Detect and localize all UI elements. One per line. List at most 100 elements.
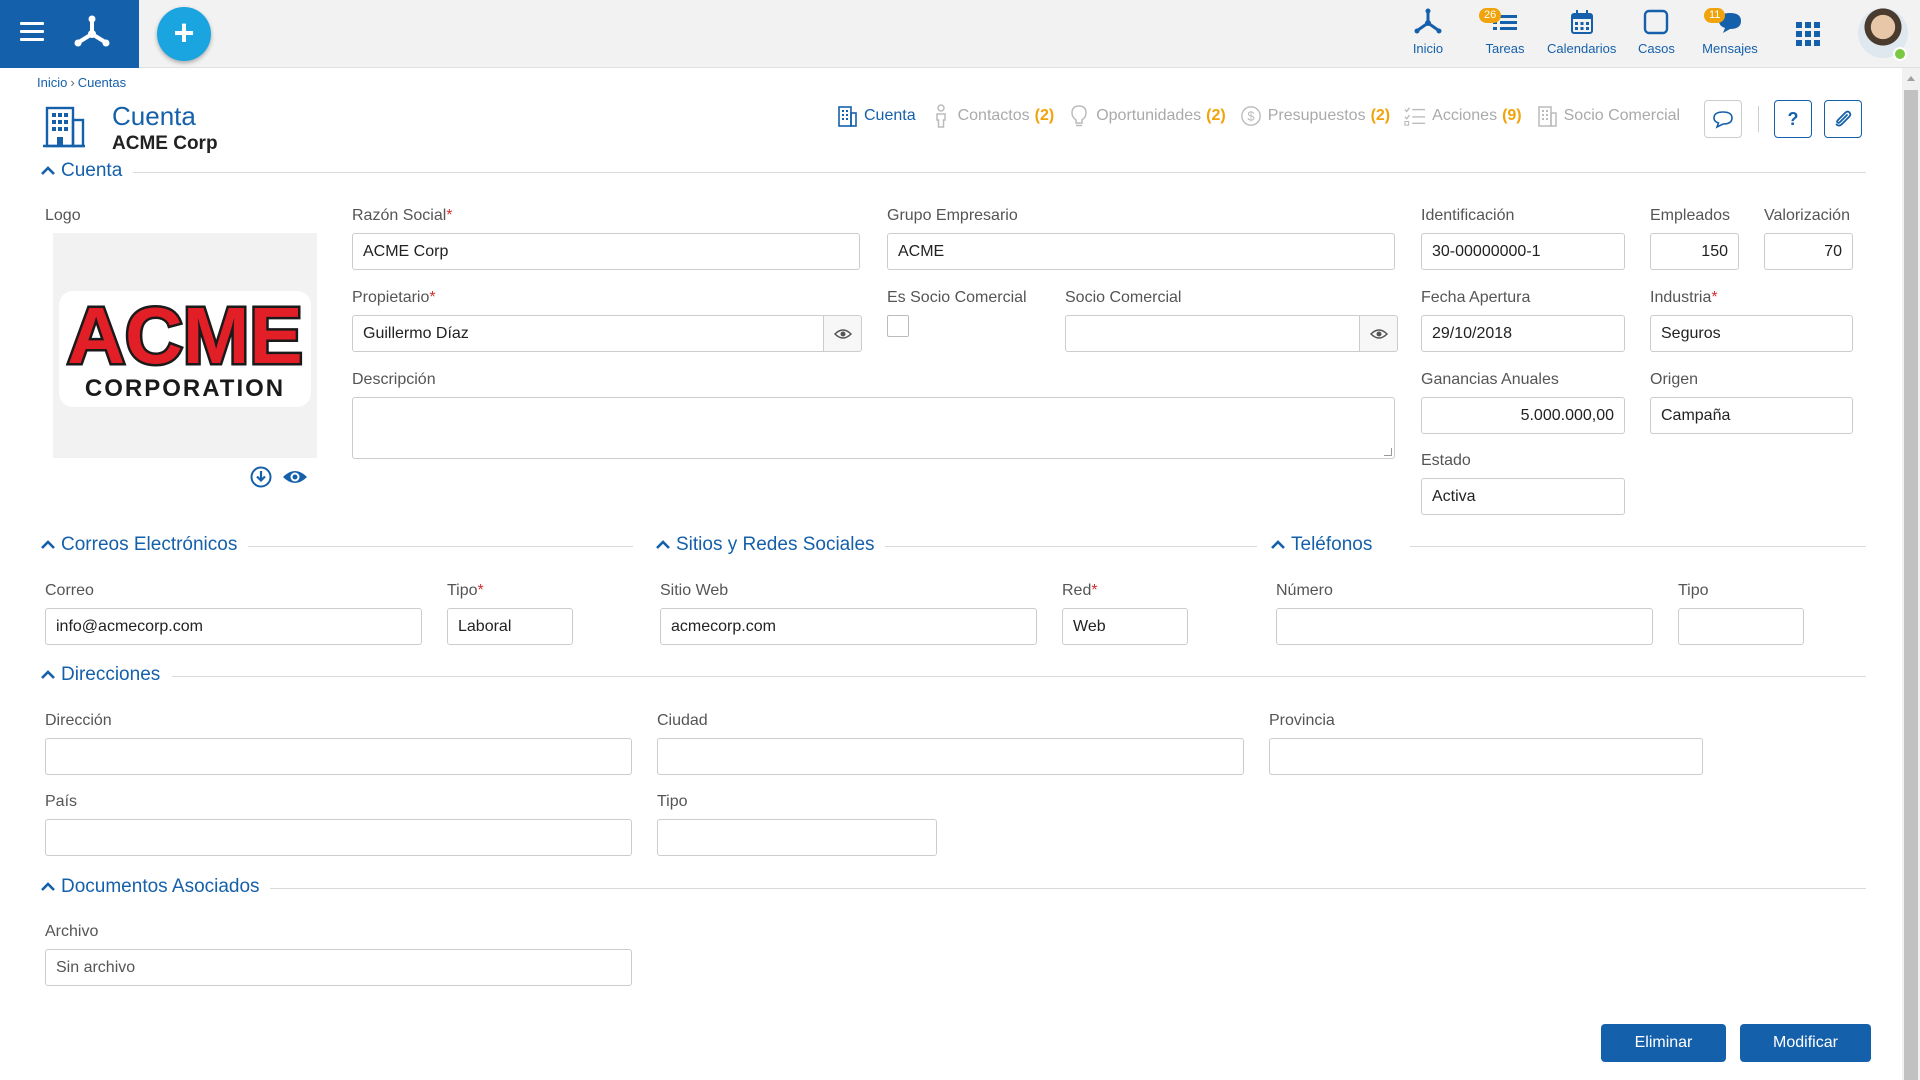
attachment-button[interactable] (1824, 100, 1862, 138)
tasks-badge: 26 (1479, 8, 1502, 23)
dollar-circle-icon: $ (1240, 106, 1261, 126)
archivo-field[interactable]: Sin archivo (45, 949, 632, 986)
lightbulb-icon (1071, 105, 1087, 127)
correo-tipo-select[interactable]: Laboral (447, 608, 573, 645)
messages-badge: 11 (1704, 8, 1726, 23)
view-eye-icon[interactable] (282, 468, 308, 486)
propietario-view-button[interactable] (824, 315, 862, 352)
identificacion-label: Identificación (1421, 207, 1515, 224)
section-title: Documentos Asociados (61, 876, 260, 897)
tab-label: Contactos (957, 107, 1030, 124)
ganancias-anuales-label: Ganancias Anuales (1421, 371, 1559, 388)
provincia-field[interactable] (1269, 738, 1703, 775)
section-divider (270, 888, 1866, 889)
chevron-up-icon (41, 540, 55, 549)
company-logo-image: ACME CORPORATION (53, 233, 317, 458)
industria-select[interactable]: Seguros (1650, 315, 1853, 352)
nav-calendarios[interactable]: Calendarios (1547, 6, 1616, 56)
correo-tipo-label: Tipo* (447, 582, 484, 599)
download-icon[interactable] (250, 466, 272, 488)
online-status-dot (1893, 47, 1907, 61)
hamburger-menu-icon[interactable] (20, 22, 44, 42)
brand-logo-icon[interactable] (70, 12, 114, 56)
ganancias-anuales-field[interactable]: 5.000.000,00 (1421, 397, 1625, 434)
correo-field[interactable]: info@acmecorp.com (45, 608, 422, 645)
eye-icon (1369, 328, 1388, 339)
es-socio-comercial-label: Es Socio Comercial (887, 289, 1027, 306)
estado-select[interactable]: Activa (1421, 478, 1625, 515)
scroll-up-arrow-icon[interactable] (1907, 76, 1915, 81)
tab-socio-comercial[interactable]: Socio Comercial (1536, 104, 1680, 128)
breadcrumb-home-link[interactable]: Inicio (37, 75, 67, 90)
origen-select[interactable]: Campaña (1650, 397, 1853, 434)
descripcion-textarea[interactable] (352, 397, 1395, 459)
fecha-apertura-field[interactable]: 29/10/2018 (1421, 315, 1625, 352)
paperclip-icon (1835, 110, 1852, 127)
modificar-button[interactable]: Modificar (1740, 1024, 1871, 1062)
section-sitios-toggle[interactable]: Sitios y Redes Sociales (655, 534, 875, 556)
logo-label: Logo (45, 207, 81, 224)
tab-contactos[interactable]: Contactos (2) (930, 104, 1055, 128)
add-button[interactable]: + (157, 7, 211, 61)
socio-comercial-view-button[interactable] (1360, 315, 1398, 352)
direccion-label: Dirección (45, 712, 112, 729)
telefono-tipo-label: Tipo (1678, 582, 1709, 599)
building-outline-icon (1537, 106, 1557, 127)
section-cuenta-toggle[interactable]: Cuenta (40, 160, 122, 182)
page-subtitle: ACME Corp (112, 133, 218, 154)
grupo-empresario-field[interactable]: ACME (887, 233, 1395, 270)
apps-grid-icon[interactable] (1796, 22, 1820, 46)
help-button[interactable]: ? (1774, 100, 1812, 138)
tab-count: (2) (1206, 107, 1226, 124)
sitio-web-field[interactable]: acmecorp.com (660, 608, 1037, 645)
section-title: Teléfonos (1291, 534, 1373, 555)
logo-sub-text: CORPORATION (85, 375, 285, 402)
section-telefonos-toggle[interactable]: Teléfonos (1270, 534, 1372, 556)
propietario-field[interactable]: Guillermo Díaz (352, 315, 824, 352)
nav-label: Mensajes (1702, 41, 1758, 56)
speech-bubble-icon (1713, 111, 1733, 129)
nav-inicio[interactable]: Inicio (1412, 6, 1444, 56)
section-divider (172, 676, 1866, 677)
identificacion-field[interactable]: 30-00000000-1 (1421, 233, 1625, 270)
breadcrumb-cuentas-link[interactable]: Cuentas (78, 75, 126, 90)
breadcrumb: Inicio › Cuentas (37, 75, 126, 90)
tab-cuenta[interactable]: Cuenta (836, 104, 916, 128)
scrollbar-thumb[interactable] (1904, 90, 1918, 1080)
nav-tareas[interactable]: 26 Tareas (1479, 6, 1525, 56)
tab-presupuestos[interactable]: $ Presupuestos (2) (1240, 104, 1390, 128)
nav-mensajes[interactable]: 11 Mensajes (1702, 6, 1758, 56)
calendar-icon (1570, 10, 1593, 34)
es-socio-comercial-checkbox[interactable] (887, 315, 909, 337)
resize-grip-icon[interactable] (1384, 448, 1392, 456)
pais-field[interactable] (45, 819, 632, 856)
direccion-tipo-select[interactable] (657, 819, 937, 856)
section-documentos-toggle[interactable]: Documentos Asociados (40, 876, 260, 898)
pais-label: País (45, 793, 78, 810)
eliminar-button[interactable]: Eliminar (1601, 1024, 1726, 1062)
section-divider (248, 546, 633, 547)
direccion-field[interactable] (45, 738, 632, 775)
top-bar: + Inicio 26 Tareas Calendarios Casos 11 … (0, 0, 1920, 68)
socio-comercial-field[interactable] (1065, 315, 1360, 352)
telefono-numero-field[interactable] (1276, 608, 1653, 645)
empleados-field[interactable]: 150 (1650, 233, 1739, 270)
red-select[interactable]: Web (1062, 608, 1188, 645)
tab-acciones[interactable]: Acciones (9) (1404, 104, 1522, 128)
tab-oportunidades[interactable]: Oportunidades (2) (1068, 104, 1226, 128)
section-divider (133, 172, 1866, 173)
scrollbar[interactable] (1902, 68, 1920, 1080)
person-icon (935, 104, 946, 128)
razon-social-field[interactable]: ACME Corp (352, 233, 860, 270)
valorizacion-field[interactable]: 70 (1764, 233, 1853, 270)
comments-button[interactable] (1704, 100, 1742, 138)
tab-count: (2) (1034, 107, 1055, 124)
section-correos-toggle[interactable]: Correos Electrónicos (40, 534, 237, 556)
telefono-tipo-select[interactable] (1678, 608, 1804, 645)
chevron-up-icon (41, 670, 55, 679)
nav-label: Inicio (1412, 41, 1444, 56)
ciudad-field[interactable] (657, 738, 1244, 775)
nav-label: Calendarios (1547, 41, 1617, 56)
section-direcciones-toggle[interactable]: Direcciones (40, 664, 160, 686)
nav-casos[interactable]: Casos (1638, 6, 1675, 56)
